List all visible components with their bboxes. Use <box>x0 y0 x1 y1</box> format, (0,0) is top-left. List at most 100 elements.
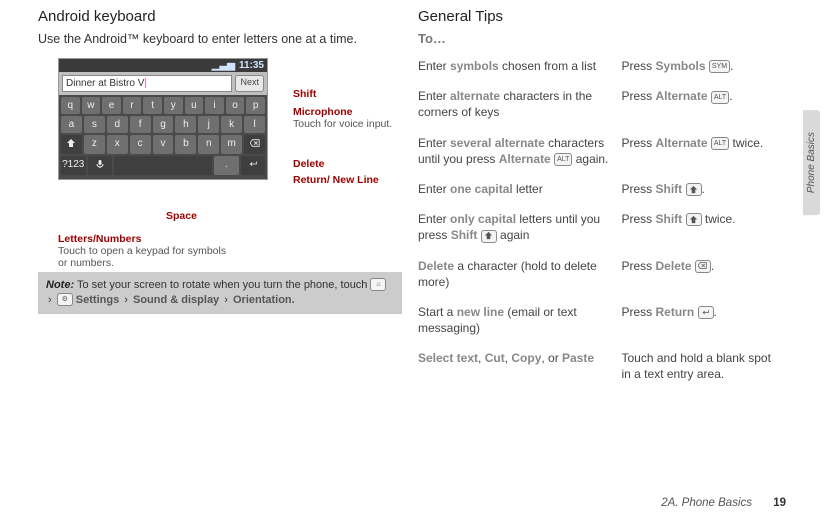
key-n[interactable]: n <box>198 135 219 154</box>
text-field-value: Dinner at Bistro V <box>66 78 144 89</box>
chevron-right-icon: › <box>48 294 52 306</box>
footer-section: 2A. Phone Basics <box>661 497 752 509</box>
chevron-right-icon: › <box>124 294 128 306</box>
tip-action: Enter one capital letter <box>418 177 622 207</box>
side-tab: Phone Basics <box>803 110 820 215</box>
note-text: To set your screen to rotate when you tu… <box>77 279 371 291</box>
key-m[interactable]: m <box>221 135 242 154</box>
tip-result: Press Shift twice. <box>622 207 789 253</box>
tip-result: Press Symbols SYM. <box>622 54 789 84</box>
key-j[interactable]: j <box>198 116 219 133</box>
callout-return: Return/ New Line <box>293 174 379 186</box>
keycap-icon: ALT <box>711 137 729 150</box>
tip-action: Start a new line (email or text messagin… <box>418 300 622 346</box>
input-row: Dinner at Bistro V Next <box>59 72 267 95</box>
tip-result: Touch and hold a blank spot in a text en… <box>622 346 789 392</box>
key-del[interactable] <box>244 135 265 154</box>
note-crumb-3: Orientation. <box>233 294 295 306</box>
keycap-icon: ALT <box>711 91 729 104</box>
key-z[interactable]: z <box>84 135 105 154</box>
table-row: Start a new line (email or text messagin… <box>418 300 788 346</box>
note-box: Note: To set your screen to rotate when … <box>38 272 402 314</box>
chevron-right-icon: › <box>224 294 228 306</box>
note-crumb-2: Sound & display <box>133 294 219 306</box>
tip-action: Enter symbols chosen from a list <box>418 54 622 84</box>
status-bar: ▁▃▅ 11:35 <box>59 59 267 72</box>
callout-microphone-sub: Touch for voice input. <box>293 118 403 130</box>
key-k[interactable]: k <box>221 116 242 133</box>
note-label: Note: <box>46 279 74 291</box>
key-mic[interactable] <box>88 156 113 175</box>
tip-action: Enter only capital letters until you pre… <box>418 207 622 253</box>
callout-delete: Delete <box>293 158 325 170</box>
status-time: 11:35 <box>239 60 264 71</box>
keycap-icon <box>695 260 711 273</box>
key-f[interactable]: f <box>130 116 151 133</box>
keycap-icon: ALT <box>554 153 572 166</box>
keycap-icon <box>686 183 702 196</box>
tip-result: Press Delete . <box>622 254 789 300</box>
text-field[interactable]: Dinner at Bistro V <box>62 75 232 92</box>
key-h[interactable]: h <box>175 116 196 133</box>
table-row: Enter alternate characters in the corner… <box>418 84 788 130</box>
right-heading: General Tips <box>418 8 788 25</box>
footer-page: 19 <box>773 497 786 509</box>
keycap-icon <box>686 213 702 226</box>
tips-table: Enter symbols chosen from a listPress Sy… <box>418 54 788 393</box>
callout-letters-numbers: Letters/Numbers Touch to open a keypad f… <box>58 233 228 269</box>
callout-microphone: Microphone Touch for voice input. <box>293 106 403 130</box>
keyboard-figure: ▁▃▅ 11:35 Dinner at Bistro V Next qwerty… <box>58 58 402 258</box>
key-c[interactable]: c <box>130 135 151 154</box>
key-s[interactable]: s <box>84 116 105 133</box>
tip-action: Delete a character (hold to delete more) <box>418 254 622 300</box>
key-y[interactable]: y <box>164 97 183 114</box>
left-column: Android keyboard Use the Android™ keyboa… <box>30 8 410 393</box>
page-content: Android keyboard Use the Android™ keyboa… <box>0 0 826 393</box>
tip-action: Enter alternate characters in the corner… <box>418 84 622 130</box>
key-i[interactable]: i <box>205 97 224 114</box>
table-row: Select text, Cut, Copy, or PasteTouch an… <box>418 346 788 392</box>
key-l[interactable]: l <box>244 116 265 133</box>
key-a[interactable]: a <box>61 116 82 133</box>
tip-action: Enter several alternate characters until… <box>418 131 622 177</box>
key-o[interactable]: o <box>226 97 245 114</box>
key-x[interactable]: x <box>107 135 128 154</box>
key-e[interactable]: e <box>102 97 121 114</box>
phone-mock: ▁▃▅ 11:35 Dinner at Bistro V Next qwerty… <box>58 58 268 180</box>
tip-result: Press Return . <box>622 300 789 346</box>
right-column: General Tips To… Enter symbols chosen fr… <box>410 8 796 393</box>
tips-to-heading: To… <box>418 31 788 46</box>
key-.[interactable]: . <box>214 156 239 175</box>
intro-text: Use the Android™ keyboard to enter lette… <box>38 31 402 48</box>
key-r[interactable]: r <box>123 97 142 114</box>
tip-result: Press Alternate ALT. <box>622 84 789 130</box>
callout-ln-sub: Touch to open a keypad for symbols or nu… <box>58 245 228 269</box>
table-row: Enter symbols chosen from a listPress Sy… <box>418 54 788 84</box>
key-?123[interactable]: ?123 <box>61 156 86 175</box>
key-p[interactable]: p <box>246 97 265 114</box>
key-space[interactable] <box>114 156 212 175</box>
callout-shift: Shift <box>293 88 316 100</box>
callout-microphone-title: Microphone <box>293 106 353 118</box>
note-crumb-1: Settings <box>76 294 119 306</box>
next-button[interactable]: Next <box>235 75 264 92</box>
key-t[interactable]: t <box>143 97 162 114</box>
key-b[interactable]: b <box>175 135 196 154</box>
tip-result: Press Alternate ALT twice. <box>622 131 789 177</box>
keycap-icon <box>481 230 497 243</box>
caret-icon <box>145 78 146 88</box>
key-q[interactable]: q <box>61 97 80 114</box>
key-shift[interactable] <box>61 135 82 154</box>
key-u[interactable]: u <box>185 97 204 114</box>
soft-keyboard: qwertyuiop asdfghjkl zxcvbnm ?123 . <box>59 95 267 179</box>
key-w[interactable]: w <box>82 97 101 114</box>
tip-result: Press Shift . <box>622 177 789 207</box>
key-g[interactable]: g <box>153 116 174 133</box>
table-row: Enter one capital letterPress Shift . <box>418 177 788 207</box>
table-row: Delete a character (hold to delete more)… <box>418 254 788 300</box>
key-v[interactable]: v <box>153 135 174 154</box>
key-ret[interactable] <box>241 156 266 175</box>
table-row: Enter only capital letters until you pre… <box>418 207 788 253</box>
key-d[interactable]: d <box>107 116 128 133</box>
callout-space: Space <box>166 210 197 222</box>
